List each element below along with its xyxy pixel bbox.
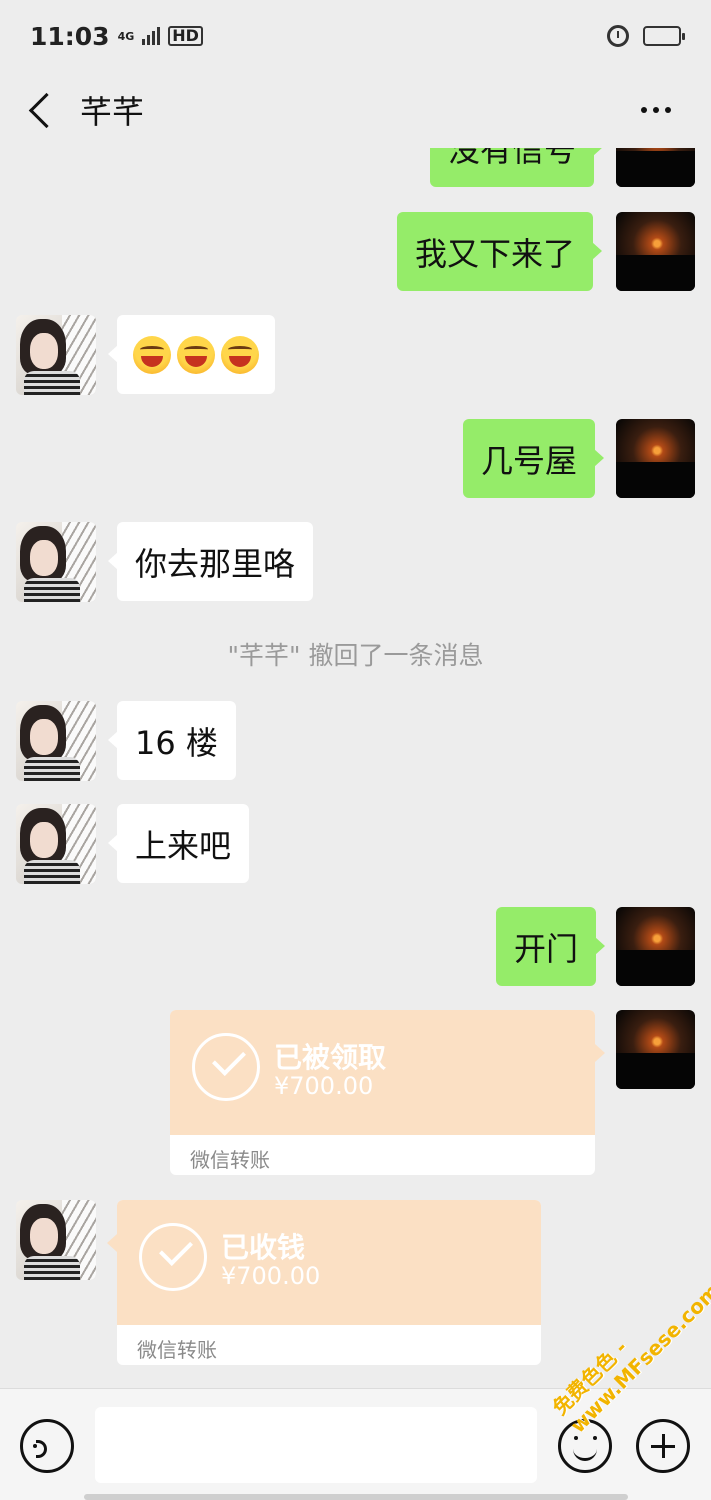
transfer-card-self[interactable]: 已被领取 ¥700.00 微信转账 <box>170 1010 595 1175</box>
status-bar: 11:03 4G HD <box>0 0 711 72</box>
status-left: 11:03 4G HD <box>30 22 203 51</box>
avatar-other[interactable] <box>16 804 96 884</box>
message-bubble-self[interactable]: 我又下来了 <box>397 212 603 291</box>
input-bar <box>0 1388 711 1500</box>
status-right <box>607 25 685 47</box>
check-circle-icon <box>139 1223 207 1291</box>
message-text: 几号屋 <box>481 441 578 480</box>
chat-title: 芊芊 <box>80 93 145 131</box>
message-bubble-self[interactable]: 没有信号 <box>430 148 604 187</box>
transfer-card-top: 已被领取 ¥700.00 <box>170 1010 595 1135</box>
message-bubble-self[interactable]: 开门 <box>496 907 606 986</box>
laughing-squint-face-icon <box>177 335 215 374</box>
avatar-other[interactable] <box>16 1200 96 1280</box>
laughing-squint-face-icon <box>221 335 259 374</box>
avatar-self[interactable] <box>616 419 695 498</box>
transfer-amount: ¥700.00 <box>221 1262 321 1290</box>
avatar-self[interactable] <box>616 212 695 291</box>
message-list[interactable]: 没有信号 我又下来了 几号屋 你去那里咯 "芊芊" 撤回了一条消息 16 楼 上… <box>0 148 711 1388</box>
message-bubble-other[interactable]: 16 楼 <box>108 701 236 780</box>
signal-icon <box>142 27 161 45</box>
message-bubble-other[interactable]: 上来吧 <box>107 804 250 883</box>
emoji-icon[interactable] <box>558 1419 612 1473</box>
transfer-label: 微信转账 <box>137 1338 217 1362</box>
transfer-amount: ¥700.00 <box>274 1072 374 1100</box>
transfer-status: 已收钱 <box>221 1231 306 1264</box>
transfer-card-top: 已收钱 ¥700.00 <box>117 1200 541 1325</box>
back-arrow-icon[interactable] <box>22 90 62 130</box>
message-bubble-other[interactable]: 你去那里咯 <box>107 522 314 601</box>
system-message-recalled: "芊芊" 撤回了一条消息 <box>227 641 484 670</box>
more-options-icon[interactable] <box>631 97 689 123</box>
message-text: 16 楼 <box>135 723 218 762</box>
transfer-status: 已被领取 <box>274 1041 387 1074</box>
transfer-tail <box>107 1234 117 1252</box>
message-text: 没有信号 <box>448 148 577 169</box>
hd-badge: HD <box>168 26 203 46</box>
avatar-self[interactable] <box>616 1010 695 1089</box>
message-bubble-self[interactable]: 几号屋 <box>463 419 605 498</box>
message-text: 开门 <box>514 929 579 968</box>
message-bubble-other[interactable] <box>108 315 275 394</box>
transfer-card-other[interactable]: 已收钱 ¥700.00 微信转账 <box>117 1200 541 1365</box>
transfer-label: 微信转账 <box>190 1148 270 1172</box>
message-text: 上来吧 <box>135 826 232 865</box>
message-text: 我又下来了 <box>415 234 576 273</box>
message-text: 你去那里咯 <box>135 544 296 583</box>
chat-header: 芊芊 <box>0 72 711 148</box>
avatar-other[interactable] <box>16 522 96 602</box>
plus-icon[interactable] <box>636 1419 690 1473</box>
avatar-self[interactable] <box>616 907 695 986</box>
status-time: 11:03 <box>30 21 110 51</box>
alarm-icon <box>607 25 629 47</box>
battery-icon <box>643 26 685 46</box>
home-indicator[interactable] <box>84 1494 628 1500</box>
transfer-tail <box>595 1044 605 1062</box>
network-type: 4G <box>117 29 135 43</box>
avatar-self[interactable] <box>616 148 695 187</box>
avatar-other[interactable] <box>16 701 96 781</box>
avatar-other[interactable] <box>16 315 96 395</box>
laughing-squint-face-icon <box>133 335 171 374</box>
check-circle-icon <box>192 1033 260 1101</box>
voice-input-icon[interactable] <box>20 1419 74 1473</box>
message-input[interactable] <box>95 1407 537 1483</box>
